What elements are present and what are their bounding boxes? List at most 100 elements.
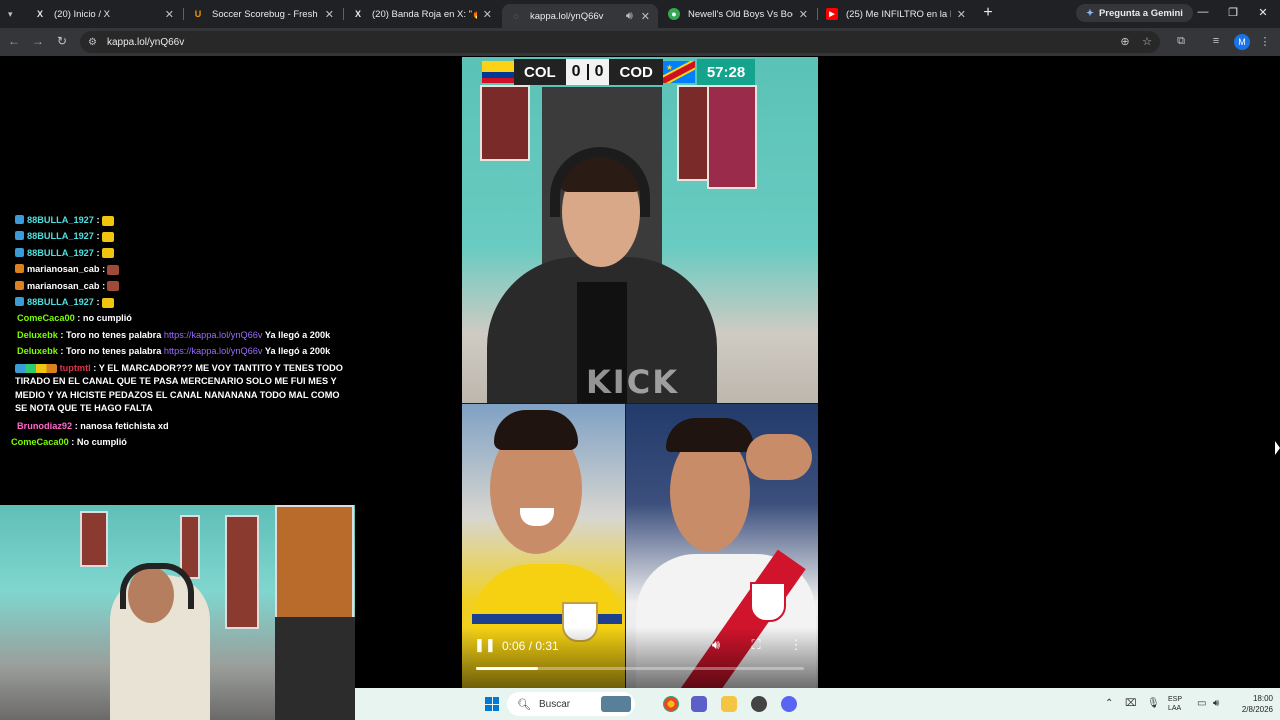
network-icon[interactable]: ⌧ xyxy=(1125,698,1137,709)
close-window-button[interactable]: ✕ xyxy=(1256,6,1270,19)
discord-icon[interactable] xyxy=(781,696,797,712)
zoom-icon[interactable]: ⊕ xyxy=(1117,35,1133,48)
gemini-button[interactable]: ✦ Pregunta a Gemini xyxy=(1076,4,1193,22)
soccer-ball-icon: ● xyxy=(668,8,680,20)
chat-message: 88BULLA_1927 : xyxy=(0,212,350,228)
volume-icon[interactable]: 🔊︎ xyxy=(708,637,724,653)
chrome-icon[interactable] xyxy=(663,696,679,712)
u-logo-icon: U xyxy=(194,9,202,19)
new-tab-button[interactable]: + xyxy=(980,4,996,22)
tab-youtube-infiltro[interactable]: ▶ (25) Me INFILTRO en la Estafa C ✕ xyxy=(818,2,974,26)
video-progress-bar[interactable] xyxy=(476,667,804,670)
profile-avatar[interactable]: M xyxy=(1234,34,1250,50)
close-icon[interactable]: ✕ xyxy=(799,8,808,21)
windows-taskbar: 🔍︎ Buscar ⌃ ⌧ 🎙︎ ESP LAA ▭ 🔊︎ 18:00 2/8/… xyxy=(355,688,1280,720)
language-indicator[interactable]: ESP LAA xyxy=(1168,695,1182,713)
tab-title: (20) Inicio / X xyxy=(54,8,110,20)
close-icon[interactable]: ✕ xyxy=(483,8,492,21)
chat-overlay: 88BULLA_1927 :88BULLA_1927 :88BULLA_1927… xyxy=(0,212,350,451)
close-icon[interactable]: ✕ xyxy=(165,8,174,21)
score-box: 0 0 xyxy=(565,59,610,85)
chat-message: 88BULLA_1927 : xyxy=(0,294,350,310)
reload-icon[interactable]: ↻ xyxy=(54,34,70,48)
maximize-button[interactable]: ❐ xyxy=(1226,6,1240,19)
forward-arrow-icon[interactable]: → xyxy=(30,34,46,48)
webcam-feed xyxy=(0,505,355,720)
chat-link[interactable]: https://kappa.lol/ynQ66v xyxy=(164,346,263,356)
teams-icon[interactable] xyxy=(691,696,707,712)
close-icon[interactable]: ✕ xyxy=(641,10,650,23)
minimize-button[interactable]: — xyxy=(1196,6,1210,18)
streamer-cam: KICK xyxy=(462,57,818,403)
match-clock: 57:28 xyxy=(696,59,756,85)
tab-kappa-active[interactable]: ◌ kappa.lol/ynQ66v 🔊︎ ✕ xyxy=(502,4,658,28)
chat-message: Deluxebk : Toro no tenes palabra https:/… xyxy=(0,327,350,343)
bookmark-star-icon[interactable]: ☆ xyxy=(1139,35,1155,48)
site-info-icon[interactable]: ⚙︎ xyxy=(88,37,97,48)
chat-separator: : xyxy=(93,297,100,308)
tab-search-button[interactable]: ▾ xyxy=(8,2,22,26)
file-explorer-icon[interactable] xyxy=(721,696,737,712)
chat-badge-icon xyxy=(15,215,24,224)
media-control-icon[interactable]: ≡ xyxy=(1208,35,1224,47)
chat-message-list: 88BULLA_1927 :88BULLA_1927 :88BULLA_1927… xyxy=(0,212,350,360)
tab-title: (20) Banda Roja en X: "🔥 Thia xyxy=(372,8,477,20)
chevron-up-icon[interactable]: ⌃ xyxy=(1105,698,1113,709)
emote-icon xyxy=(101,248,114,259)
close-icon[interactable]: ✕ xyxy=(957,8,966,21)
speaker-icon[interactable]: 🔊︎ xyxy=(626,10,633,23)
chat-link[interactable]: https://kappa.lol/ynQ66v xyxy=(164,330,263,340)
tab-newells-boca[interactable]: ● Newell's Old Boys Vs Boca Junio ✕ xyxy=(660,2,816,26)
away-score: 0 xyxy=(594,63,604,80)
x-icon: X xyxy=(36,9,43,19)
chat-text: : No cumplió xyxy=(68,437,127,448)
clock[interactable]: 18:00 2/8/2026 xyxy=(1233,693,1273,715)
kebab-menu-icon[interactable]: ⋮ xyxy=(1257,35,1273,48)
chat-message: 88BULLA_1927 : xyxy=(0,228,350,244)
emote-icon xyxy=(101,215,114,226)
emote-icon xyxy=(101,297,114,308)
microphone-icon[interactable]: 🎙︎ xyxy=(1147,698,1160,709)
score-divider xyxy=(586,64,589,80)
chevron-down-icon: ▾ xyxy=(8,8,13,19)
chat-badge-icon xyxy=(15,247,24,257)
chat-message: ComeCaca00 : No cumplió xyxy=(0,434,350,450)
address-bar[interactable]: ⚙︎ kappa.lol/ynQ66v xyxy=(80,31,1160,53)
obs-icon[interactable] xyxy=(751,696,767,712)
player-hair xyxy=(666,418,754,452)
chat-badge-icon xyxy=(15,280,24,290)
windows-start-icon[interactable] xyxy=(485,697,499,711)
badge-icons xyxy=(15,363,57,373)
chat-message: Deluxebk : Toro no tenes palabra https:/… xyxy=(0,343,350,359)
tab-soccer-scorebug[interactable]: U Soccer Scorebug - Fresh - over ✕ xyxy=(184,2,342,26)
wall-poster xyxy=(225,515,259,629)
fullscreen-icon[interactable]: ⛶ xyxy=(748,637,764,653)
video-progress-fill xyxy=(476,667,539,670)
close-icon[interactable]: ✕ xyxy=(325,8,334,21)
chat-username: marianosan_cab xyxy=(27,264,100,275)
taskbar-search[interactable]: 🔍︎ Buscar xyxy=(507,692,635,716)
emote-icon xyxy=(107,281,120,292)
pause-icon[interactable]: ❚❚ xyxy=(474,637,496,653)
sparkle-icon: ✦ xyxy=(1086,7,1094,19)
chat-message: marianosan_cab : xyxy=(0,261,350,277)
chat-username: ComeCaca00 xyxy=(11,437,69,448)
browser-tab-strip: ▾ X (20) Inicio / X ✕ U Soccer Scorebug … xyxy=(0,0,1280,28)
speaker-icon[interactable]: 🔊︎ xyxy=(1213,698,1219,709)
tab-x-inicio[interactable]: X (20) Inicio / X ✕ xyxy=(26,2,182,26)
chat-separator: : xyxy=(93,215,100,225)
chat-text: Toro no tenes palabra xyxy=(63,346,164,357)
chat-username: Brunodiaz92 xyxy=(17,421,73,432)
chat-username: 88BULLA_1927 xyxy=(27,297,94,308)
x-icon: X xyxy=(354,9,361,19)
display-icon[interactable]: ▭ xyxy=(1197,698,1206,709)
home-score: 0 xyxy=(571,63,581,80)
more-options-icon[interactable]: ⋮ xyxy=(788,637,804,653)
video-player[interactable]: KICK COL 0 0 COD ★ 57:28 ❚❚ 0:06 / 0:31 … xyxy=(462,57,818,688)
tab-banda-roja[interactable]: X (20) Banda Roja en X: "🔥 Thia ✕ xyxy=(344,2,500,26)
extensions-icon[interactable]: ⧉ xyxy=(1173,35,1189,48)
player-hand xyxy=(746,434,812,480)
back-arrow-icon[interactable]: ← xyxy=(6,34,22,48)
emote-icon xyxy=(101,231,114,242)
lang-line1: ESP xyxy=(1168,696,1183,703)
